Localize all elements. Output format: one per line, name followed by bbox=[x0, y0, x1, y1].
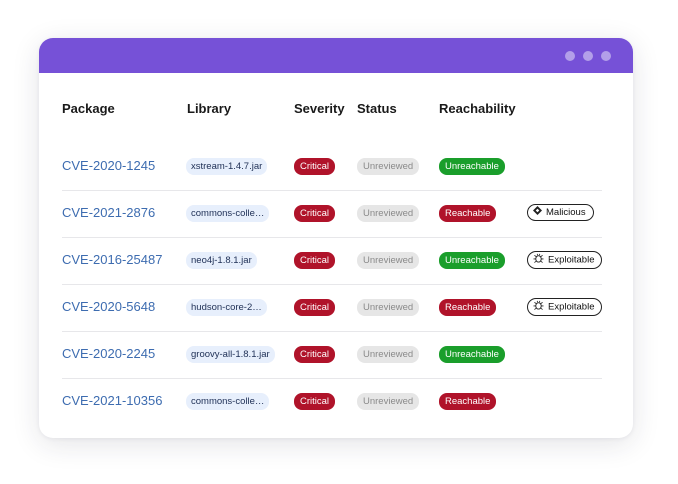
header-library[interactable]: Library bbox=[187, 101, 231, 116]
reachability-badge: Reachable bbox=[439, 205, 497, 222]
bug-icon bbox=[533, 253, 544, 267]
table-header: Package Library Severity Status Reachabi… bbox=[62, 73, 602, 144]
cve-link[interactable]: CVE-2021-2876 bbox=[62, 205, 155, 220]
exploitable-tag: Exploitable bbox=[527, 298, 603, 316]
table-row[interactable]: CVE-2021-10356 commons-colle… Critical Unre… bbox=[62, 379, 602, 425]
cve-link[interactable]: CVE-2021-10356 bbox=[62, 393, 162, 408]
status-badge[interactable]: Unreviewed bbox=[357, 158, 420, 175]
vulnerability-table: Package Library Severity Status Reachabi… bbox=[62, 73, 603, 425]
reachability-badge: Reachable bbox=[439, 299, 497, 316]
header-severity[interactable]: Severity bbox=[294, 101, 345, 116]
status-badge[interactable]: Unreviewed bbox=[357, 299, 420, 316]
library-chip[interactable]: xstream-1.4.7.jar bbox=[186, 158, 268, 175]
library-chip[interactable]: neo4j-1.8.1.jar bbox=[186, 252, 257, 269]
status-badge[interactable]: Unreviewed bbox=[357, 346, 420, 363]
table-row[interactable]: CVE-2021-2876 commons-colle… Critical Unrev… bbox=[62, 191, 602, 238]
tag-label: Malicious bbox=[546, 207, 586, 219]
library-chip[interactable]: groovy-all-1.8.1.jar bbox=[186, 346, 275, 363]
library-chip[interactable]: commons-colle… bbox=[186, 205, 270, 222]
window-dot-icon[interactable] bbox=[565, 51, 575, 61]
tag-label: Exploitable bbox=[548, 301, 595, 313]
status-badge[interactable]: Unreviewed bbox=[357, 252, 420, 269]
exploitable-tag: Exploitable bbox=[527, 251, 603, 269]
cve-link[interactable]: CVE-2020-1245 bbox=[62, 158, 155, 173]
cve-link[interactable]: CVE-2016-25487 bbox=[62, 252, 162, 267]
cve-link[interactable]: CVE-2020-5648 bbox=[62, 299, 155, 314]
status-badge[interactable]: Unreviewed bbox=[357, 205, 420, 222]
table-row[interactable]: CVE-2020-2245 groovy-all-1.8.1.jar Critica… bbox=[62, 332, 602, 379]
malicious-tag: Malicious bbox=[527, 204, 594, 222]
reachability-badge: Unreachable bbox=[439, 158, 505, 175]
severity-badge: Critical bbox=[294, 158, 336, 175]
window-dot-icon[interactable] bbox=[601, 51, 611, 61]
table-body: CVE-2020-1245 xstream-1.4.7.jar Critical Un… bbox=[62, 144, 603, 425]
header-status[interactable]: Status bbox=[357, 101, 397, 116]
title-bar bbox=[39, 38, 633, 73]
tag-label: Exploitable bbox=[548, 254, 595, 266]
reachability-badge: Reachable bbox=[439, 393, 497, 410]
header-package[interactable]: Package bbox=[62, 101, 115, 116]
library-chip[interactable]: commons-colle… bbox=[186, 393, 270, 410]
window-dot-icon[interactable] bbox=[583, 51, 593, 61]
severity-badge: Critical bbox=[294, 346, 336, 363]
app-window: Package Library Severity Status Reachabi… bbox=[39, 38, 633, 438]
library-chip[interactable]: hudson-core-2… bbox=[186, 299, 267, 316]
diamond-icon bbox=[533, 206, 542, 219]
header-reachability[interactable]: Reachability bbox=[439, 101, 516, 116]
cve-link[interactable]: CVE-2020-2245 bbox=[62, 346, 155, 361]
severity-badge: Critical bbox=[294, 393, 336, 410]
bug-icon bbox=[533, 300, 544, 314]
status-badge[interactable]: Unreviewed bbox=[357, 393, 420, 410]
table-row[interactable]: CVE-2020-1245 xstream-1.4.7.jar Critical Un… bbox=[62, 144, 602, 191]
severity-badge: Critical bbox=[294, 252, 336, 269]
reachability-badge: Unreachable bbox=[439, 252, 505, 269]
severity-badge: Critical bbox=[294, 299, 336, 316]
severity-badge: Critical bbox=[294, 205, 336, 222]
reachability-badge: Unreachable bbox=[439, 346, 505, 363]
table-row[interactable]: CVE-2016-25487 neo4j-1.8.1.jar Critical Unr… bbox=[62, 238, 603, 285]
table-row[interactable]: CVE-2020-5648 hudson-core-2… Critical Unrev… bbox=[62, 285, 603, 332]
